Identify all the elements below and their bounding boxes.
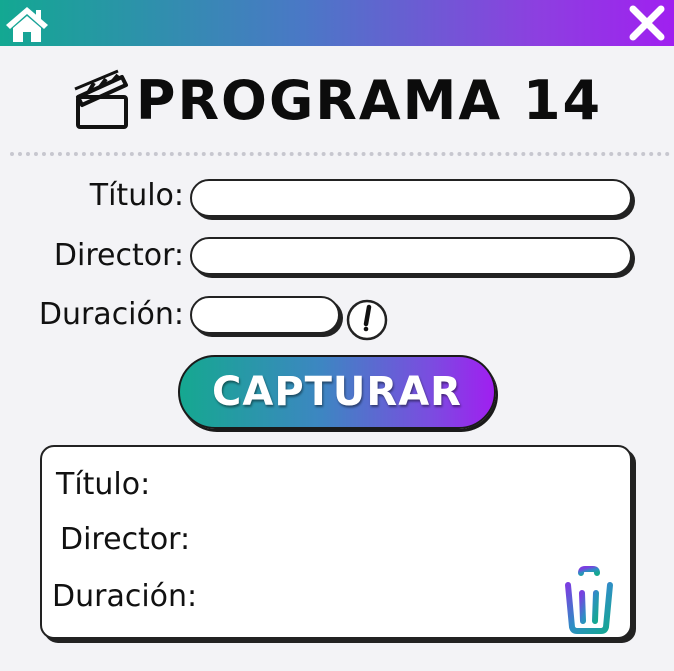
duracion-input[interactable] — [190, 296, 340, 334]
divider — [10, 152, 670, 156]
page-title: PROGRAMA 14 — [135, 68, 603, 132]
result-panel: Título: Director: Duración: — [40, 445, 632, 639]
title-row: PROGRAMA 14 — [0, 60, 674, 140]
director-input[interactable] — [190, 237, 632, 275]
result-duracion-label: Duración: — [52, 579, 198, 614]
home-icon[interactable] — [4, 4, 50, 44]
top-bar — [0, 0, 674, 46]
titulo-label: Título: — [89, 178, 184, 213]
clock-icon[interactable] — [345, 298, 389, 342]
titulo-input[interactable] — [190, 179, 632, 217]
clapperboard-icon — [74, 69, 128, 129]
result-director-label: Director: — [60, 522, 191, 557]
director-label: Director: — [53, 238, 184, 273]
close-icon[interactable] — [628, 4, 666, 42]
result-titulo-label: Título: — [56, 467, 151, 502]
capturar-button[interactable]: CAPTURAR — [178, 355, 496, 429]
trash-icon[interactable] — [558, 565, 620, 635]
duracion-label: Duración: — [38, 297, 184, 332]
